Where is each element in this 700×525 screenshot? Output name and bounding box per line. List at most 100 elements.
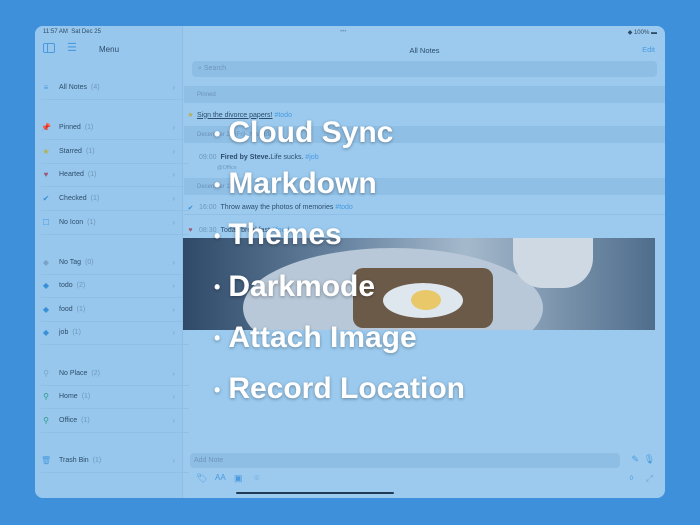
sidebar-item-job[interactable]: ◆ job (1) › <box>41 321 189 346</box>
home-indicator <box>236 492 394 494</box>
sidebar-item-label: Office <box>59 416 78 424</box>
note-item[interactable]: ★ Sign the divorce papers! #todo <box>184 108 665 122</box>
sidebar-item-todo[interactable]: ◆ todo (2) › <box>41 274 189 299</box>
sidebar-item-label: Pinned <box>59 124 81 132</box>
sidebar-item-food[interactable]: ◆ food (1) › <box>41 298 189 322</box>
sidebar: 11:57 AM Sat Dec 25 ☰ Menu ≡ All Notes (4)… <box>35 26 189 498</box>
section-header: December 15 <box>184 178 665 195</box>
search-input[interactable]: ⌕ Search <box>192 61 657 77</box>
sidebar-item-count: (1) <box>87 171 97 179</box>
check-icon: ✔ <box>187 204 194 212</box>
star-icon: ★ <box>187 112 194 119</box>
image-icon[interactable]: ▣ <box>234 473 243 484</box>
sidebar-item-count: (1) <box>76 305 86 313</box>
list-icon: ≡ <box>43 83 49 92</box>
chevron-right-icon: › <box>172 455 175 465</box>
tag-icon[interactable]: 🏷 <box>196 473 207 484</box>
sidebar-item-count: (4) <box>91 84 100 91</box>
heart-icon: ♥ <box>43 170 49 180</box>
chevron-right-icon: › <box>172 281 175 291</box>
tag-icon: ◆ <box>42 281 50 291</box>
heart-icon: ♥ <box>188 226 193 234</box>
sidebar-item-trash-bin[interactable]: 🗑 Trash Bin (1) › <box>41 449 189 473</box>
add-note-input[interactable]: Add Note <box>190 453 620 468</box>
square-icon: ☐ <box>42 217 50 227</box>
location-icon: ⚲ <box>43 392 49 402</box>
sidebar-item-count: (1) <box>81 393 91 401</box>
sidebar-item-label: Hearted <box>59 171 84 179</box>
pin-icon: 📌 <box>41 123 51 133</box>
sidebar-item-label: Checked <box>59 194 87 202</box>
sidebar-item-count: (1) <box>84 124 94 132</box>
sidebar-item-count: (1) <box>90 194 100 202</box>
sidebar-item-label: Trash Bin <box>59 456 89 464</box>
sidebar-item-count: (2) <box>91 369 100 377</box>
sidebar-toggle-icon[interactable] <box>43 43 55 53</box>
star-icon: ★ <box>42 146 50 156</box>
section-header: Pinned <box>184 86 665 103</box>
chevron-right-icon: › <box>172 257 175 267</box>
sidebar-item-hearted[interactable]: ♥ Hearted (1) › <box>41 163 189 188</box>
sidebar-item-count: (1) <box>92 456 102 464</box>
multitask-dots[interactable]: ••• <box>340 29 346 35</box>
tag-icon: ◆ <box>42 257 50 267</box>
sidebar-item-pinned[interactable]: 📌 Pinned (1) › <box>41 116 189 141</box>
sidebar-item-label: No Icon <box>59 218 84 226</box>
sidebar-item-count: (1) <box>81 416 90 424</box>
note-item[interactable]: ♥ 08:30 Today breakfast #food <box>184 223 665 237</box>
sidebar-item-label: Home <box>59 393 78 401</box>
sidebar-item-no-icon[interactable]: ☐ No Icon (1) › <box>41 211 189 235</box>
sidebar-item-label: food <box>59 305 73 313</box>
sidebar-item-label: job <box>59 329 69 337</box>
chevron-right-icon: › <box>172 392 175 402</box>
chevron-right-icon: › <box>172 83 175 92</box>
location-icon[interactable]: ⌾ <box>254 473 259 484</box>
chevron-right-icon: › <box>172 415 175 425</box>
sidebar-item-count: (1) <box>85 147 95 155</box>
chevron-right-icon: › <box>172 304 175 314</box>
page-title: All Notes <box>409 46 440 55</box>
sidebar-item-label: All Notes <box>59 84 88 91</box>
character-count: 0 <box>629 476 633 482</box>
chevron-right-icon: › <box>172 170 175 180</box>
chevron-right-icon: › <box>172 328 175 338</box>
pencil-icon[interactable]: ✎ <box>631 454 639 465</box>
edit-button[interactable]: Edit <box>642 45 655 54</box>
section-header: December 24 (Fri), Yesterday <box>184 126 665 143</box>
sidebar-item-label: todo <box>59 282 73 290</box>
settings-sliders-icon[interactable]: ☰ <box>67 41 77 54</box>
expand-icon[interactable]: ⤢ <box>646 473 653 484</box>
sidebar-item-no-tag[interactable]: ◆ No Tag (0) › <box>41 251 189 275</box>
chevron-right-icon: › <box>172 368 175 378</box>
status-battery: ◆ 100% ▬ <box>627 30 657 36</box>
font-style-icon[interactable]: AA <box>215 473 226 482</box>
sidebar-item-count: (1) <box>72 329 81 337</box>
status-time: 11:57 AM Sat Dec 25 <box>43 29 101 35</box>
note-photo <box>183 238 655 330</box>
sidebar-item-label: Starred <box>59 147 82 155</box>
tag-icon: ◆ <box>42 328 50 338</box>
tag-icon: ◆ <box>42 304 50 314</box>
sidebar-item-starred[interactable]: ★ Starred (1) › <box>41 140 189 164</box>
chevron-right-icon: › <box>172 123 175 133</box>
sidebar-item-label: No Tag <box>59 258 82 266</box>
chevron-right-icon: › <box>172 193 175 203</box>
location-icon: ⚲ <box>43 415 49 425</box>
sidebar-title: Menu <box>99 45 120 54</box>
sidebar-item-home[interactable]: ⚲ Home (1) › <box>41 385 189 410</box>
sidebar-item-checked[interactable]: ✔ Checked (1) › <box>41 187 189 211</box>
microphone-icon[interactable]: 🎙 <box>644 454 655 465</box>
chevron-right-icon: › <box>172 146 175 156</box>
sidebar-item-no-place[interactable]: ⚲ No Place (2) › <box>41 362 189 386</box>
sidebar-item-all-notes[interactable]: ≡ All Notes (4) › <box>41 76 189 100</box>
sidebar-item-count: (1) <box>87 218 96 226</box>
sidebar-item-count: (2) <box>76 282 86 290</box>
sidebar-item-count: (0) <box>85 258 94 266</box>
sidebar-item-label: No Place <box>59 369 88 377</box>
note-place: @Office <box>217 165 237 171</box>
note-item[interactable]: ✔ 16:00 Throw away the photos of memories … <box>184 201 665 215</box>
check-icon: ✔ <box>42 193 50 203</box>
location-icon: ⚲ <box>43 368 49 378</box>
note-item[interactable]: 09:00 Fired by Steve. Life sucks. #job <box>184 150 665 164</box>
sidebar-item-office[interactable]: ⚲ Office (1) › <box>41 409 189 433</box>
